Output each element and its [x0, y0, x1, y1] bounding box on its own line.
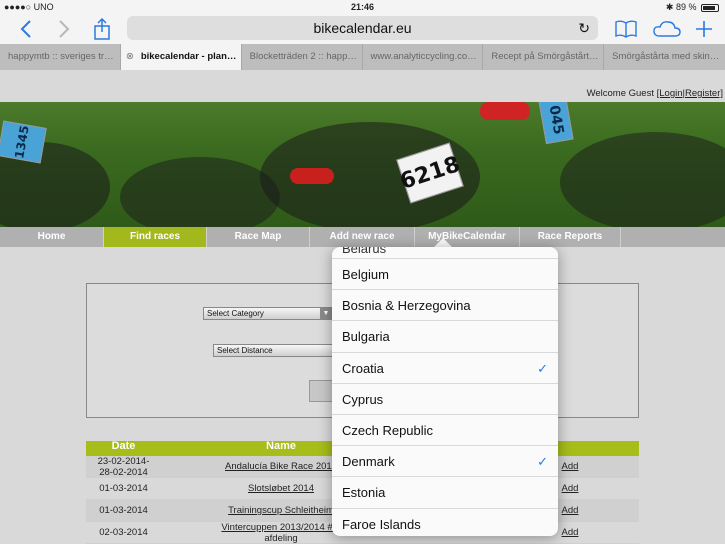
distance-select-value: Select Distance: [217, 346, 273, 355]
country-option[interactable]: Faroe Islands: [332, 509, 558, 537]
checkmark-icon: ✓: [537, 454, 548, 470]
country-picker-popover: Belarus Belgium Bosnia & Herzegovina Bul…: [332, 247, 558, 536]
welcome-bar: Welcome Guest [Login|Register]: [587, 88, 723, 99]
reload-icon[interactable]: ↻: [578, 16, 590, 40]
country-label: Belarus: [342, 247, 387, 256]
bike-shape: [560, 132, 725, 227]
country-option[interactable]: Bosnia & Herzegovina: [332, 290, 558, 322]
nav-home[interactable]: Home: [0, 227, 104, 247]
race-link[interactable]: Andalucía Bike Race 2014: [225, 461, 337, 472]
browser-tab[interactable]: www.analyticcycling.co…: [363, 44, 484, 70]
red-saddle: [290, 168, 334, 184]
race-link[interactable]: Vintercuppen 2013/2014 #6.: [221, 522, 340, 533]
country-label: Denmark: [342, 454, 395, 470]
distance-select[interactable]: Select Distance: [213, 344, 333, 357]
race-bib: 1345: [0, 120, 47, 164]
reader-icon[interactable]: [614, 17, 638, 41]
tab-label: Smörgåstårta med skin…: [612, 51, 720, 62]
country-option[interactable]: Belgium: [332, 259, 558, 291]
country-label: Estonia: [342, 485, 386, 501]
browser-toolbar: bikecalendar.eu ↻: [0, 14, 725, 44]
nav-race-map[interactable]: Race Map: [207, 227, 310, 247]
forward-icon[interactable]: [52, 17, 76, 41]
country-option[interactable]: Czech Republic: [332, 415, 558, 447]
nav-find-races[interactable]: Find races: [104, 227, 207, 247]
browser-tab-active[interactable]: ⊗ bikecalendar - plan…: [120, 44, 242, 70]
browser-tab[interactable]: happymtb :: sveriges tr…: [0, 44, 121, 70]
country-label: Czech Republic: [342, 422, 434, 438]
nav-race-reports[interactable]: Race Reports: [520, 227, 621, 247]
country-label: Bosnia & Herzegovina: [342, 298, 471, 314]
browser-tab[interactable]: Smörgåstårta med skin…: [604, 44, 725, 70]
tab-label: Recept på Smörgåstårt…: [491, 51, 599, 62]
browser-tab[interactable]: Recept på Smörgåstårt…: [483, 44, 605, 70]
battery-label: 89 %: [675, 2, 697, 12]
category-select-value: Select Category: [207, 309, 264, 318]
battery-indicator: ✱ 89 %: [666, 2, 719, 13]
country-option[interactable]: Cyprus: [332, 384, 558, 415]
banner-image: 1345 6218 045: [0, 102, 725, 227]
address-bar[interactable]: bikecalendar.eu ↻: [127, 16, 598, 40]
tab-label: Blocketträden 2 :: happ…: [249, 51, 357, 62]
share-icon[interactable]: [90, 17, 114, 41]
race-name-line2: afdeling: [264, 532, 298, 544]
chevron-down-icon: ▼: [320, 308, 332, 319]
battery-fill: [703, 5, 715, 10]
tab-label: www.analyticcycling.co…: [370, 51, 477, 62]
battery-icon: [701, 3, 719, 12]
category-select[interactable]: Select Category ▼: [203, 307, 333, 320]
cloud-icon[interactable]: [652, 17, 682, 41]
bike-shape: [120, 157, 280, 227]
browser-tab[interactable]: Blocketträden 2 :: happ…: [242, 44, 363, 70]
tab-label: bikecalendar - plan…: [140, 51, 237, 62]
clock: 21:46: [350, 2, 375, 12]
red-saddle: [480, 102, 530, 120]
nav-mybikecalendar[interactable]: MyBikeCalendar: [415, 227, 520, 247]
tab-strip: happymtb :: sveriges tr… ⊗ bikecalendar -…: [0, 44, 725, 70]
country-option[interactable]: Estonia: [332, 477, 558, 509]
main-nav: Home Find races Race Map Add new race My…: [0, 227, 725, 247]
url-text: bikecalendar.eu: [313, 20, 412, 36]
nav-add-new-race[interactable]: Add new race: [310, 227, 415, 247]
cell-date: 01-03-2014: [99, 505, 148, 516]
close-tab-icon[interactable]: ⊗: [126, 44, 134, 70]
race-link[interactable]: Trainingscup Schleitheim: [228, 505, 334, 516]
country-option[interactable]: Bulgaria: [332, 321, 558, 353]
welcome-text: Welcome Guest: [586, 88, 654, 99]
register-link[interactable]: Register]: [685, 88, 723, 99]
tab-label: happymtb :: sveriges tr…: [8, 51, 114, 62]
back-icon[interactable]: [14, 17, 38, 41]
new-tab-icon[interactable]: [692, 17, 716, 41]
country-label: Bulgaria: [342, 329, 390, 345]
country-option-selected[interactable]: Denmark ✓: [332, 446, 558, 478]
cell-date: 23-02-2014- 28-02-2014: [97, 455, 150, 478]
country-option-selected[interactable]: Croatia ✓: [332, 353, 558, 384]
cell-date: 02-03-2014: [99, 527, 148, 538]
login-link[interactable]: [Login: [657, 88, 683, 99]
country-label: Faroe Islands: [342, 516, 421, 532]
race-link[interactable]: Slotsløbet 2014: [248, 483, 314, 494]
cell-date: 01-03-2014: [99, 483, 148, 494]
country-label: Croatia: [342, 360, 384, 376]
race-bib: 045: [538, 102, 574, 145]
country-label: Belgium: [342, 267, 389, 282]
country-label: Cyprus: [342, 391, 384, 407]
status-bar: ●●●●○ UNO 21:46 ✱ 89 %: [0, 0, 725, 14]
header-date: Date: [111, 440, 136, 452]
checkmark-icon: ✓: [537, 360, 548, 376]
bluetooth-icon: ✱: [665, 2, 674, 12]
country-option[interactable]: Belarus: [332, 247, 558, 259]
